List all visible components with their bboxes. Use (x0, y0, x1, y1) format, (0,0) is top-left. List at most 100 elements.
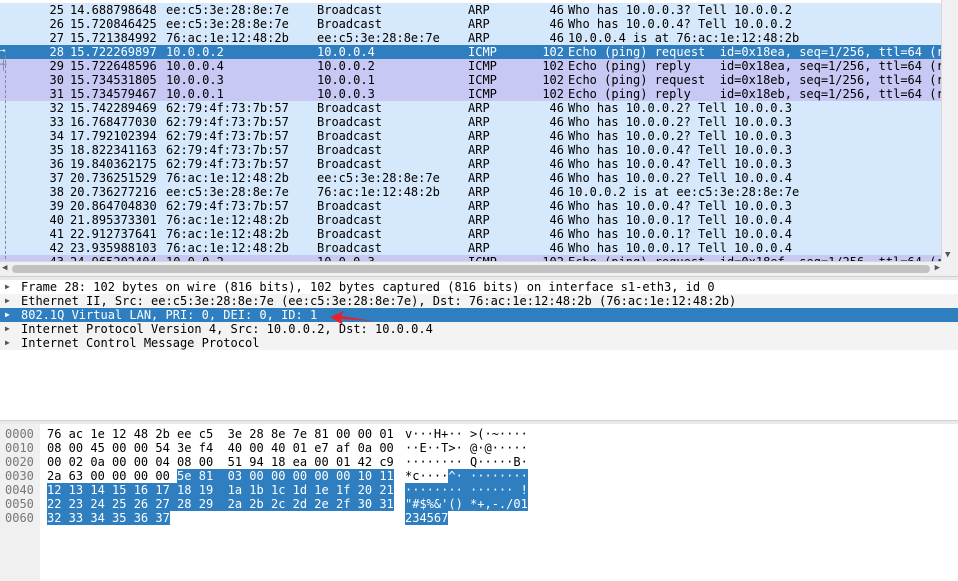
packet-length: 46 (549, 31, 564, 45)
packet-source: 10.0.0.4 (166, 59, 224, 73)
packet-source: 62:79:4f:73:7b:57 (166, 143, 289, 157)
packet-row[interactable]: 32 15.742289469 62:79:4f:73:7b:57 Broadcast… (0, 101, 942, 115)
packet-protocol: ARP (468, 129, 490, 143)
packet-time: 20.736251529 (70, 171, 157, 185)
packet-time: 15.742289469 (70, 101, 157, 115)
packet-number: 38 (49, 185, 64, 199)
packet-list-horizontal-scrollbar[interactable]: ◀ ▶ (0, 261, 942, 276)
packet-row[interactable]: 33 16.768477030 62:79:4f:73:7b:57 Broadcast… (0, 115, 942, 129)
packet-row[interactable]: 26 15.720846425 ee:c5:3e:28:8e:7e Broadcast… (0, 17, 942, 31)
packet-row[interactable]: 39 20.864704830 62:79:4f:73:7b:57 Broadcast… (0, 199, 942, 213)
packet-row[interactable]: 40 21.895373301 76:ac:1e:12:48:2b Broadcast… (0, 213, 942, 227)
packet-protocol: ICMP (468, 45, 497, 59)
packet-row[interactable]: 36 19.840362175 62:79:4f:73:7b:57 Broadcast… (0, 157, 942, 171)
packet-row[interactable]: 29 15.722648596 10.0.0.4 10.0.0.2 ICMP 102 Ech… (0, 59, 944, 73)
scroll-left-icon[interactable]: ◀ (2, 263, 7, 273)
detail-tree-item[interactable]: ▶ Internet Protocol Version 4, Src: 10.0.… (0, 322, 958, 336)
packet-time: 17.792102394 (70, 129, 157, 143)
packet-time: 19.840362175 (70, 157, 157, 171)
packet-info: Who has 10.0.0.1? Tell 10.0.0.4 (568, 213, 792, 227)
triangle-right-icon[interactable]: ▶ (5, 294, 10, 308)
packet-destination: Broadcast (317, 143, 383, 157)
detail-tree-item[interactable]: ▶ 802.1Q Virtual LAN, PRI: 0, DEI: 0, ID:… (0, 308, 958, 322)
hex-bytes[interactable]: 08 00 45 00 00 54 3e f4 40 00 40 01 e7 a… (47, 441, 394, 455)
packet-protocol: ARP (468, 115, 490, 129)
packet-destination: ee:c5:3e:28:8e:7e (317, 171, 440, 185)
packet-bytes-pane[interactable]: 0000 76 ac 1e 12 48 2b ee c5 3e 28 8e 7e … (0, 424, 958, 581)
scroll-right-icon[interactable]: ▶ (935, 263, 940, 273)
packet-number: 25 (49, 3, 64, 17)
triangle-right-icon[interactable]: ▶ (5, 336, 10, 350)
packet-number: 29 (49, 59, 64, 73)
detail-tree-item[interactable]: ▶ Ethernet II, Src: ee:c5:3e:28:8e:7e (ee… (0, 294, 958, 308)
ascii-bytes[interactable]: *c····^· ········ (405, 469, 528, 483)
ascii-bytes[interactable]: ········ Q·····B· (405, 455, 528, 469)
ascii-bytes[interactable]: ········ ······ ! (405, 483, 528, 497)
packet-row[interactable]: 25 14.688798648 ee:c5:3e:28:8e:7e Broadcast… (0, 3, 942, 17)
packet-list-pane[interactable]: 25 14.688798648 ee:c5:3e:28:8e:7e Broadcast… (0, 0, 958, 276)
packet-number: 36 (49, 157, 64, 171)
packet-row[interactable]: 27 15.721384992 76:ac:1e:12:48:2b ee:c5:3e:… (0, 31, 942, 45)
hex-bytes-plain: 76 ac 1e 12 48 2b ee c5 3e 28 8e 7e 81 0… (47, 427, 394, 441)
packet-destination: Broadcast (317, 199, 383, 213)
packet-info: Who has 10.0.0.4? Tell 10.0.0.2 (568, 17, 792, 31)
ascii-bytes-highlighted: 234567 (405, 511, 449, 525)
packet-protocol: ARP (468, 101, 490, 115)
packet-destination: Broadcast (317, 3, 383, 17)
hex-bytes[interactable]: 32 33 34 35 36 37 (47, 511, 170, 525)
packet-source: 76:ac:1e:12:48:2b (166, 213, 289, 227)
ascii-bytes-highlighted: "#$%&'() *+,-./01 (405, 497, 528, 511)
triangle-right-icon[interactable]: ▶ (5, 280, 10, 294)
packet-destination: Broadcast (317, 227, 383, 241)
detail-tree-item[interactable]: ▶ Frame 28: 102 bytes on wire (816 bits),… (0, 280, 958, 294)
packet-row[interactable]: 41 22.912737641 76:ac:1e:12:48:2b Broadcast… (0, 227, 942, 241)
ascii-bytes[interactable]: v···H+·· >(·~···· (405, 427, 528, 441)
packet-row[interactable]: 30 15.734531805 10.0.0.3 10.0.0.1 ICMP 102 Ech… (0, 73, 944, 87)
packet-list-vertical-scrollbar[interactable]: ▼ (941, 0, 958, 262)
ascii-bytes[interactable]: 234567 (405, 511, 449, 525)
packet-info: 10.0.0.2 is at ee:c5:3e:28:8e:7e (568, 185, 800, 199)
triangle-right-icon[interactable]: ▶ (5, 308, 10, 322)
ascii-bytes[interactable]: "#$%&'() *+,-./01 (405, 497, 528, 511)
detail-tree-item[interactable]: ▶ Internet Control Message Protocol (0, 336, 958, 350)
hex-bytes[interactable]: 76 ac 1e 12 48 2b ee c5 3e 28 8e 7e 81 0… (47, 427, 394, 441)
byte-offset: 0030 (5, 469, 34, 483)
packet-number: 42 (49, 241, 64, 255)
horizontal-scroll-thumb[interactable] (12, 265, 930, 273)
triangle-right-icon[interactable]: ▶ (5, 322, 10, 336)
packet-row[interactable]: 34 17.792102394 62:79:4f:73:7b:57 Broadcast… (0, 129, 942, 143)
packet-source: 10.0.0.2 (166, 45, 224, 59)
scrollbar-corner (942, 262, 958, 276)
packet-destination: 10.0.0.3 (317, 87, 375, 101)
packet-protocol: ARP (468, 241, 490, 255)
byte-offset: 0040 (5, 483, 34, 497)
packet-number: 35 (49, 143, 64, 157)
packet-details-pane[interactable]: ▶ Frame 28: 102 bytes on wire (816 bits),… (0, 280, 958, 420)
hex-bytes-plain: 2a 63 00 00 00 00 (47, 469, 178, 483)
packet-row[interactable]: 28 15.722269897 10.0.0.2 10.0.0.4 ICMP 102 Ech… (0, 45, 944, 59)
scroll-down-icon[interactable]: ▼ (945, 250, 950, 260)
packet-protocol: ARP (468, 143, 490, 157)
packet-length: 46 (549, 143, 564, 157)
ascii-bytes[interactable]: ··E··T>· @·@····· (405, 441, 528, 455)
byte-offset: 0000 (5, 427, 34, 441)
packet-time: 20.736277216 (70, 185, 157, 199)
packet-row[interactable]: 42 23.935988103 76:ac:1e:12:48:2b Broadcast… (0, 241, 942, 255)
hex-bytes[interactable]: 12 13 14 15 16 17 18 19 1a 1b 1c 1d 1e 1… (47, 483, 394, 497)
packet-row[interactable]: 37 20.736251529 76:ac:1e:12:48:2b ee:c5:3e:… (0, 171, 942, 185)
hex-bytes[interactable]: 00 02 0a 00 00 04 08 00 51 94 18 ea 00 0… (47, 455, 394, 469)
packet-protocol: ARP (468, 227, 490, 241)
packet-source: 76:ac:1e:12:48:2b (166, 31, 289, 45)
packet-protocol: ICMP (468, 73, 497, 87)
hex-bytes-highlighted: 5e 81 03 00 00 00 00 00 10 11 (177, 469, 394, 483)
red-arrow-icon (330, 311, 374, 325)
packet-row[interactable]: 38 20.736277216 ee:c5:3e:28:8e:7e 76:ac:1e:… (0, 185, 942, 199)
packet-row[interactable]: 31 15.734579467 10.0.0.1 10.0.0.3 ICMP 102 Ech… (0, 87, 944, 101)
detail-tree-label: Frame 28: 102 bytes on wire (816 bits), … (21, 280, 715, 294)
packet-time: 23.935988103 (70, 241, 157, 255)
hex-bytes[interactable]: 22 23 24 25 26 27 28 29 2a 2b 2c 2d 2e 2… (47, 497, 394, 511)
detail-tree-label: Internet Control Message Protocol (21, 336, 260, 350)
packet-destination: 10.0.0.1 (317, 73, 375, 87)
hex-bytes[interactable]: 2a 63 00 00 00 00 5e 81 03 00 00 00 00 0… (47, 469, 394, 483)
packet-row[interactable]: 35 18.822341163 62:79:4f:73:7b:57 Broadcast… (0, 143, 942, 157)
